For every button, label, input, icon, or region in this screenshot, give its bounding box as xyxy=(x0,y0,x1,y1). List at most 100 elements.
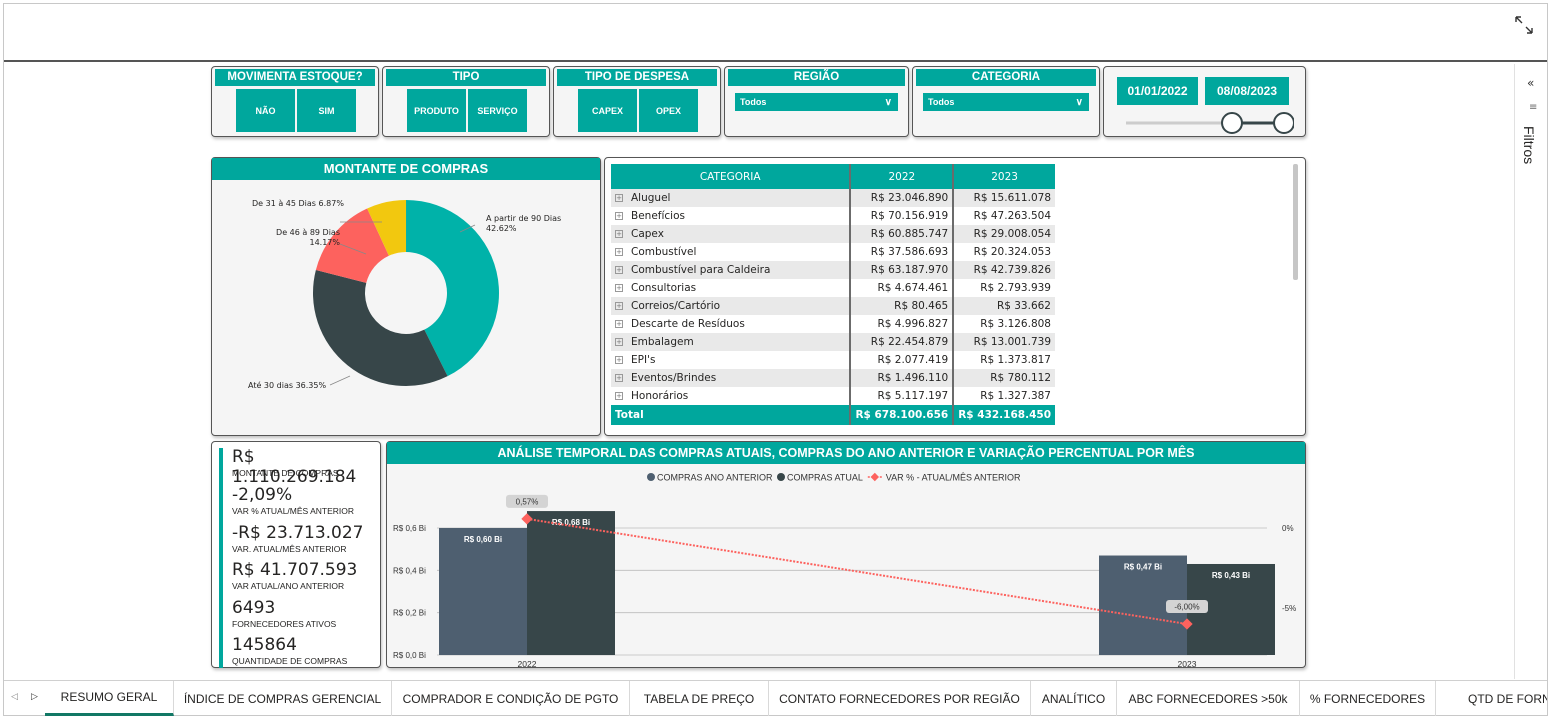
legend-label[interactable]: COMPRAS ATUAL xyxy=(787,473,863,483)
matrix-row[interactable]: + Embalagem R$ 22.454.879 R$ 13.001.739 xyxy=(611,333,1055,351)
expand-plus-icon[interactable]: + xyxy=(615,194,623,202)
bar[interactable] xyxy=(527,511,615,655)
expand-icon[interactable] xyxy=(1513,14,1535,36)
start-handle[interactable] xyxy=(1221,112,1243,134)
expand-plus-icon[interactable]: + xyxy=(615,212,623,220)
expand-plus-icon[interactable]: + xyxy=(615,248,623,256)
value-cell-2023: R$ 3.126.808 xyxy=(952,315,1055,333)
expand-plus-icon[interactable]: + xyxy=(615,392,623,400)
value-cell-2023: R$ 1.327.387 xyxy=(952,387,1055,405)
line-data-label: 0,57% xyxy=(516,497,539,506)
category-label: Aluguel xyxy=(631,192,671,204)
matrix-row[interactable]: + Combustível R$ 37.586.693 R$ 20.324.053 xyxy=(611,243,1055,261)
tab-resumo-geral[interactable]: RESUMO GERAL xyxy=(45,681,174,716)
legend-label[interactable]: VAR % - ATUAL/MÊS ANTERIOR xyxy=(886,473,1021,483)
option-capex-button[interactable]: CAPEX xyxy=(578,89,637,132)
matrix-row[interactable]: + Capex R$ 60.885.747 R$ 29.008.054 xyxy=(611,225,1055,243)
value-cell-2022: R$ 5.117.197 xyxy=(849,387,954,405)
tab-prev-icon[interactable]: ◁ xyxy=(11,692,18,702)
var-pct-line[interactable] xyxy=(526,517,1188,625)
header-2023[interactable]: 2023 xyxy=(952,164,1055,189)
expand-plus-icon[interactable]: + xyxy=(615,266,623,274)
slicer-title: TIPO xyxy=(386,69,546,86)
option-servico-button[interactable]: SERVIÇO xyxy=(468,89,527,132)
header-2022[interactable]: 2022 xyxy=(849,164,954,189)
option-nao-button[interactable]: NÃO xyxy=(236,89,295,132)
montante-compras-card: MONTANTE DE COMPRAS A partir de 90 Dias … xyxy=(211,157,601,436)
matrix-row[interactable]: + Correios/Cartório R$ 80.465 R$ 33.662 xyxy=(611,297,1055,315)
bar-data-label: R$ 0,68 Bi xyxy=(552,518,590,527)
regiao-dropdown[interactable]: Todos ∨ xyxy=(735,93,898,111)
filter-icon: ≡ xyxy=(1529,102,1538,113)
tab-comprador[interactable]: COMPRADOR E CONDIÇÃO DE PGTO xyxy=(392,681,630,716)
category-cell: + Embalagem xyxy=(611,333,851,351)
value-cell-2023: R$ 42.739.826 xyxy=(952,261,1055,279)
tab-next-icon[interactable]: ▷ xyxy=(31,692,38,702)
combo-chart[interactable]: COMPRAS ANO ANTERIOR COMPRAS ATUAL VAR % -… xyxy=(387,465,1305,668)
value-cell-2022: R$ 2.077.419 xyxy=(849,351,954,369)
expand-plus-icon[interactable]: + xyxy=(615,284,623,292)
option-sim-button[interactable]: SIM xyxy=(297,89,356,132)
category-cell: + Aluguel xyxy=(611,189,851,207)
x-tick-label: 2022 xyxy=(518,659,537,667)
legend-marker xyxy=(647,473,655,481)
value-cell-2023: R$ 780.112 xyxy=(952,369,1055,387)
tab-indice-compras[interactable]: ÍNDICE DE COMPRAS GERENCIAL xyxy=(174,681,392,716)
matrix-container[interactable]: CATEGORIA 2022 2023 + Aluguel R$ 23.046.89… xyxy=(611,164,1055,432)
matrix-row[interactable]: + Consultorias R$ 4.674.461 R$ 2.793.939 xyxy=(611,279,1055,297)
tab-pct-fornecedores[interactable]: % FORNECEDORES xyxy=(1300,681,1436,716)
date-range-slider[interactable] xyxy=(1124,111,1294,135)
tab-abc-fornecedores[interactable]: ABC FORNECEDORES >50k xyxy=(1117,681,1300,716)
tab-contato-fornecedores[interactable]: CONTATO FORNECEDORES POR REGIÃO xyxy=(769,681,1031,716)
tab-qtd-forn[interactable]: QTD DE FORN xyxy=(1436,681,1547,716)
matrix-row[interactable]: + Eventos/Brindes R$ 1.496.110 R$ 780.112 xyxy=(611,369,1055,387)
filters-pane-label[interactable]: Filtros xyxy=(1521,126,1537,164)
legend-label[interactable]: COMPRAS ANO ANTERIOR xyxy=(657,473,773,483)
collapse-icon[interactable]: « xyxy=(1527,76,1534,90)
total-row: Total R$ 678.100.656 R$ 432.168.450 xyxy=(611,405,1055,425)
category-label: Combustível xyxy=(631,246,697,258)
tab-tabela-preco[interactable]: TABELA DE PREÇO xyxy=(630,681,769,716)
value-cell-2022: R$ 23.046.890 xyxy=(849,189,954,207)
legend-marker xyxy=(870,472,880,482)
kpi-montante-label: MONTANTE DE COMPRAS xyxy=(232,468,339,478)
filters-pane: « ≡ Filtros xyxy=(1514,64,1547,679)
option-opex-button[interactable]: OPEX xyxy=(639,89,698,132)
value-cell-2023: R$ 20.324.053 xyxy=(952,243,1055,261)
expand-plus-icon[interactable]: + xyxy=(615,320,623,328)
end-date-input[interactable]: 08/08/2023 xyxy=(1205,77,1289,105)
expand-plus-icon[interactable]: + xyxy=(615,230,623,238)
bar[interactable] xyxy=(439,528,527,655)
kpi-card: R$ 1.110.269.184 MONTANTE DE COMPRAS -2,… xyxy=(211,441,381,668)
matrix-scrollbar[interactable] xyxy=(1293,164,1298,280)
expand-plus-icon[interactable]: + xyxy=(615,374,623,382)
matrix-row[interactable]: + Combustível para Caldeira R$ 63.187.970 R… xyxy=(611,261,1055,279)
label-a-partir-90: A partir de 90 Dias 42.62% xyxy=(486,214,561,234)
option-produto-button[interactable]: PRODUTO xyxy=(407,89,466,132)
y-tick-label: R$ 0,2 Bi xyxy=(393,609,426,618)
y2-tick-label: 0% xyxy=(1282,524,1294,533)
donut-title: MONTANTE DE COMPRAS xyxy=(212,158,600,180)
matrix-row[interactable]: + Aluguel R$ 23.046.890 R$ 15.611.078 xyxy=(611,189,1055,207)
expand-plus-icon[interactable]: + xyxy=(615,338,623,346)
category-cell: + Capex xyxy=(611,225,851,243)
matrix-row[interactable]: + Honorários R$ 5.117.197 R$ 1.327.387 xyxy=(611,387,1055,405)
header-categoria[interactable]: CATEGORIA xyxy=(611,164,851,189)
end-handle[interactable] xyxy=(1273,112,1294,134)
value-cell-2022: R$ 80.465 xyxy=(849,297,954,315)
tab-analitico[interactable]: ANALÍTICO xyxy=(1031,681,1117,716)
movimenta-estoque-slicer: MOVIMENTA ESTOQUE? NÃO SIM xyxy=(211,66,379,137)
page-tabs: ◁ ▷ RESUMO GERAL ÍNDICE DE COMPRAS GEREN… xyxy=(4,680,1547,716)
expand-plus-icon[interactable]: + xyxy=(615,302,623,310)
value-cell-2022: R$ 60.885.747 xyxy=(849,225,954,243)
expand-plus-icon[interactable]: + xyxy=(615,356,623,364)
categoria-dropdown[interactable]: Todos ∨ xyxy=(923,93,1089,111)
matrix-row[interactable]: + Descarte de Resíduos R$ 4.996.827 R$ 3.12… xyxy=(611,315,1055,333)
report-canvas: MOVIMENTA ESTOQUE? NÃO SIM TIPO PRODUTO … xyxy=(4,64,1514,679)
label-de31: De 31 à 45 Dias 6.87% xyxy=(252,199,344,208)
matrix-row[interactable]: + Benefícios R$ 70.156.919 R$ 47.263.504 xyxy=(611,207,1055,225)
start-date-input[interactable]: 01/01/2022 xyxy=(1117,77,1198,105)
matrix-row[interactable]: + EPI's R$ 2.077.419 R$ 1.373.817 xyxy=(611,351,1055,369)
value-cell-2023: R$ 15.611.078 xyxy=(952,189,1055,207)
y-tick-label: R$ 0,6 Bi xyxy=(393,524,426,533)
